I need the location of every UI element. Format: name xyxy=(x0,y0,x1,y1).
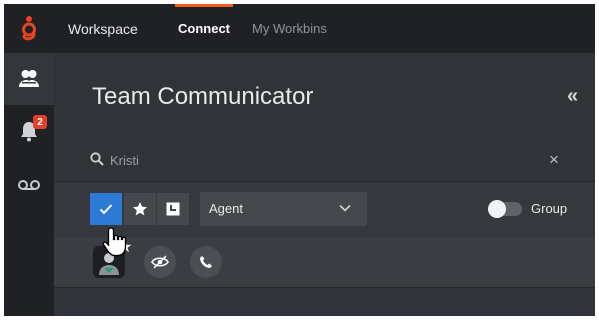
search-bar: Kristi × xyxy=(54,141,595,182)
hand-cursor-icon xyxy=(102,227,127,257)
result-row[interactable]: ★ xyxy=(54,237,595,288)
filter-recent-button[interactable] xyxy=(157,193,189,225)
group-label: Group xyxy=(531,201,568,216)
view-details-button[interactable] xyxy=(144,246,176,278)
voicemail-icon xyxy=(18,180,40,190)
group-toggle[interactable] xyxy=(488,200,522,218)
type-select-dropdown[interactable]: Agent xyxy=(200,192,367,226)
collapse-panel-button[interactable]: « xyxy=(567,85,578,108)
type-select-value: Agent xyxy=(209,201,243,216)
genesys-logo-icon xyxy=(4,4,54,53)
filter-all-button[interactable] xyxy=(90,193,122,225)
top-bar: Workspace Connect My Workbins xyxy=(4,4,595,53)
app-frame: Workspace Connect My Workbins 2 Team Com… xyxy=(4,4,595,316)
filter-toolbar: Agent Group xyxy=(54,182,595,237)
search-input[interactable]: Kristi xyxy=(110,153,139,168)
nav-workspace[interactable]: Workspace xyxy=(68,4,138,53)
sidebar-item-team-communicator[interactable] xyxy=(4,53,54,105)
sidebar-item-voicemail[interactable] xyxy=(4,159,54,211)
nav-my-workbins[interactable]: My Workbins xyxy=(252,4,327,53)
chevron-down-icon xyxy=(339,204,351,212)
panel-title: Team Communicator xyxy=(92,83,314,110)
phone-icon xyxy=(200,256,212,268)
nav-connect[interactable]: Connect xyxy=(175,4,233,53)
contacts-icon xyxy=(19,70,39,87)
sidebar: 2 xyxy=(4,53,54,316)
checkmark-icon xyxy=(99,204,113,215)
clear-search-icon[interactable]: × xyxy=(549,150,559,170)
star-icon xyxy=(133,202,147,216)
toggle-knob xyxy=(488,200,506,218)
notification-count-badge: 2 xyxy=(33,115,47,129)
sidebar-item-notifications[interactable]: 2 xyxy=(4,105,54,157)
search-icon xyxy=(90,152,104,166)
filter-favorites-button[interactable] xyxy=(124,193,156,225)
call-button[interactable] xyxy=(190,246,222,278)
eye-icon xyxy=(151,255,169,269)
recent-clock-icon xyxy=(166,202,180,216)
team-communicator-panel: Team Communicator « Kristi × Agent Group xyxy=(54,53,595,316)
